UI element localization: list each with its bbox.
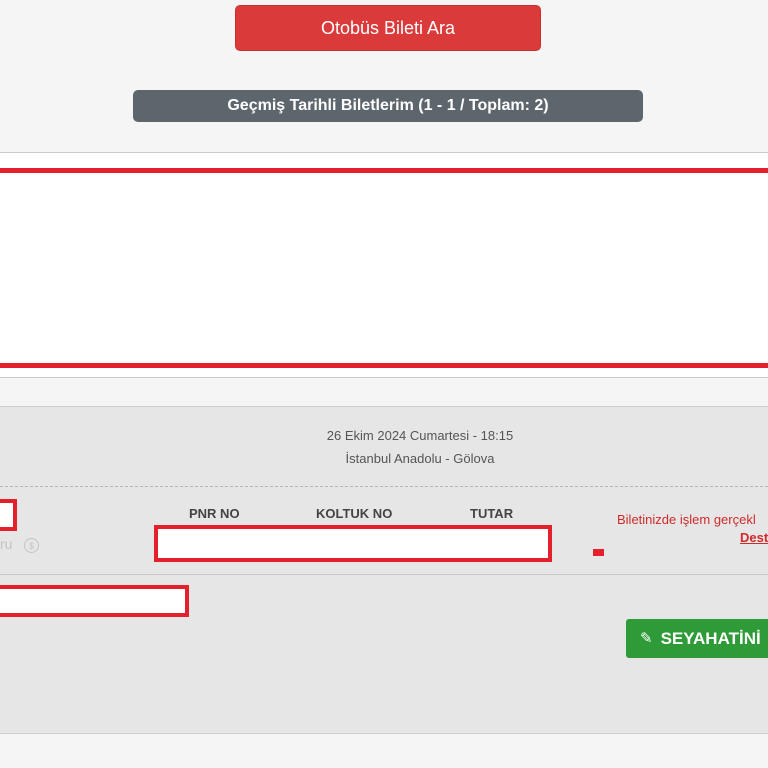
redacted-content-box <box>0 168 768 368</box>
column-header-seat: KOLTUK NO <box>316 506 393 521</box>
column-header-pnr: PNR NO <box>189 506 240 521</box>
ticket-notice: Biletinizde işlem gerçekl <box>617 512 756 527</box>
pencil-icon: ✎ <box>640 630 653 647</box>
trip-date: 26 Ekim 2024 Cumartesi - 18:15 <box>326 428 514 443</box>
redacted-field <box>0 499 17 531</box>
support-link[interactable]: Dest <box>740 530 768 545</box>
card-divider <box>0 574 768 575</box>
search-bus-ticket-button[interactable]: Otobüs Bileti Ara <box>235 5 541 51</box>
column-header-amount: TUTAR <box>470 506 514 521</box>
redaction-mark <box>593 549 604 556</box>
redacted-passenger-field <box>0 585 189 617</box>
past-tickets-header: Geçmiş Tarihli Biletlerim (1 - 1 / Topla… <box>133 90 643 122</box>
trip-route: İstanbul Anadolu - Gölova <box>345 451 495 466</box>
redacted-ticket-values <box>154 525 552 562</box>
faded-label: ru <box>0 536 13 552</box>
dashed-divider <box>0 486 768 487</box>
info-icon: $ <box>24 538 39 553</box>
edit-trip-label: SEYAHATİNİ <box>660 628 761 648</box>
edit-trip-button[interactable]: ✎ SEYAHATİNİ <box>626 619 768 658</box>
